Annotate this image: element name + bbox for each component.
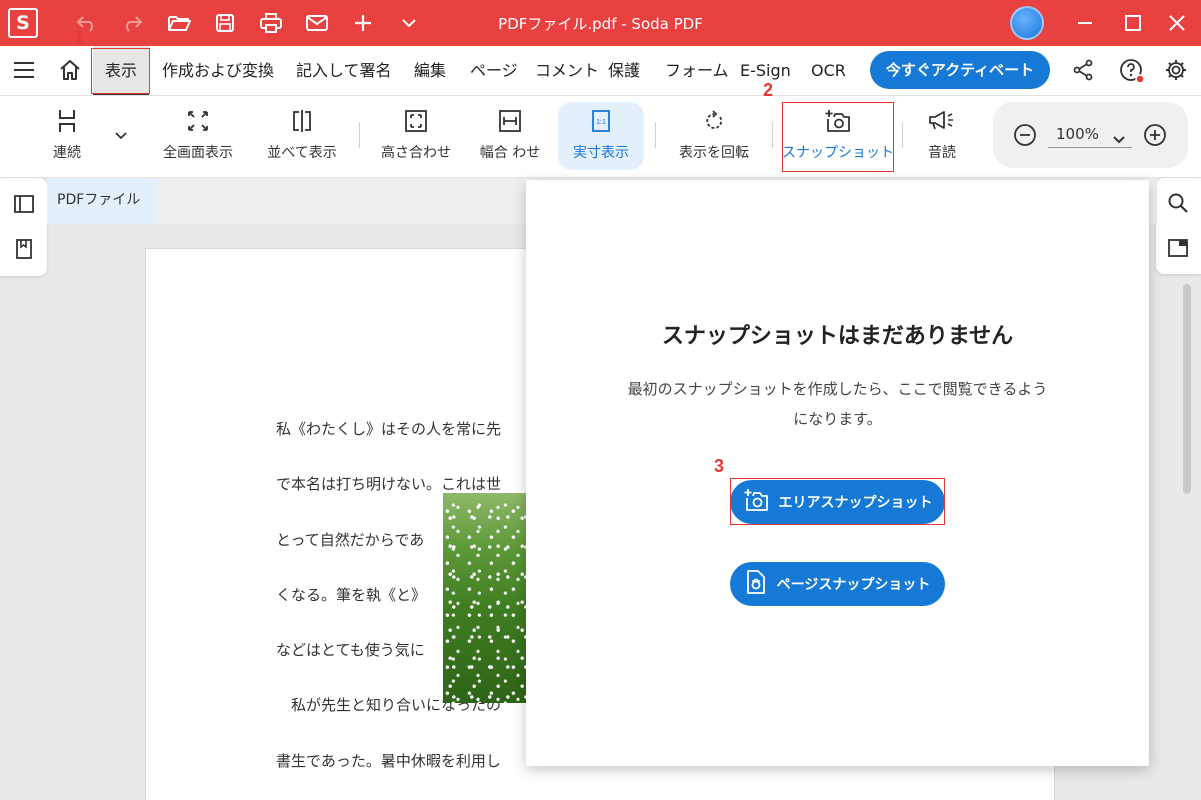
hamburger-menu-icon[interactable]	[13, 60, 35, 84]
area-snapshot-button[interactable]: エリアスナップショット	[730, 480, 945, 524]
tab-forms[interactable]: フォーム	[665, 46, 729, 95]
annotation-step-2: 2	[763, 80, 774, 100]
activate-now-button[interactable]: 今すぐアクティベート	[870, 51, 1050, 89]
page-text-line: 私《わたくし》はその人を常に先	[276, 420, 502, 438]
zoom-out-icon[interactable]	[1013, 123, 1037, 151]
snapshot-empty-description: 最初のスナップショットを作成したら、ここで閲覧できるようになります。	[627, 380, 1048, 428]
snapshot-empty-title: スナップショットはまだありません	[661, 324, 1014, 349]
svg-text:1:1: 1:1	[596, 119, 606, 126]
tab-create-convert[interactable]: 作成および変換	[162, 46, 274, 95]
plus-icon[interactable]	[350, 10, 376, 36]
fit-height-label: 高さ合わせ	[381, 145, 451, 161]
actual-size-icon: 1:1	[590, 104, 612, 138]
document-tab[interactable]: PDFファイル	[47, 178, 157, 224]
fit-width-button[interactable]: 幅合 わせ	[474, 102, 546, 170]
zoom-value: 100%	[1056, 125, 1099, 143]
actual-size-button[interactable]: 1:1 実寸表示	[558, 102, 644, 170]
title-bar: S PDFファイル.pdf - Soda PDF	[0, 0, 1201, 46]
page-snapshot-label: ページスナップショット	[776, 577, 931, 593]
snapshot-label: スナップショット	[782, 145, 894, 161]
left-sidebar-rail	[0, 178, 47, 276]
user-avatar[interactable]	[1010, 6, 1044, 40]
megaphone-icon	[927, 104, 957, 138]
page-text-line: とって自然だからであ	[276, 531, 425, 549]
read-aloud-label: 音読	[928, 145, 956, 161]
help-icon[interactable]	[1119, 58, 1145, 88]
tab-ocr[interactable]: OCR	[811, 46, 846, 95]
minimize-icon[interactable]	[1070, 8, 1100, 38]
camera-plus-icon	[743, 488, 769, 516]
page-text-line: くなる。筆を執《と》	[276, 586, 427, 604]
home-icon[interactable]	[59, 59, 81, 85]
tab-view[interactable]: 表示	[93, 46, 150, 95]
app-logo[interactable]: S	[8, 8, 38, 38]
fullscreen-icon	[186, 104, 210, 138]
redo-icon[interactable]	[119, 10, 145, 36]
search-icon[interactable]	[1165, 190, 1191, 216]
fit-height-button[interactable]: 高さ合わせ	[378, 102, 454, 170]
fit-width-icon	[498, 104, 522, 138]
snapshot-panel: スナップショットはまだありません 最初のスナップショットを作成したら、ここで閲覧…	[526, 180, 1149, 766]
side-by-side-label: 並べて表示	[267, 145, 337, 161]
open-folder-icon[interactable]	[166, 10, 192, 36]
page-text-line: などはとても使う気に	[276, 641, 425, 659]
annotation-step-1: 1	[74, 27, 85, 47]
zoom-in-icon[interactable]	[1143, 123, 1167, 151]
tab-fill-sign[interactable]: 記入して署名	[296, 46, 392, 95]
page-snapshot-button[interactable]: ページスナップショット	[730, 562, 945, 606]
right-panel-icon[interactable]	[1165, 235, 1191, 261]
rotate-icon	[702, 104, 726, 138]
page-text-line: 書生であった。暑中休暇を利用し	[276, 752, 501, 770]
settings-gear-icon[interactable]	[1165, 59, 1187, 85]
annotation-step-3: 3	[714, 456, 725, 476]
tab-protect[interactable]: 保護	[608, 46, 640, 95]
chevron-down-icon[interactable]	[396, 10, 422, 36]
side-by-side-button[interactable]: 並べて表示	[264, 102, 340, 170]
share-icon[interactable]	[1072, 59, 1094, 85]
maximize-icon[interactable]	[1118, 8, 1148, 38]
fullscreen-button[interactable]: 全画面表示	[158, 102, 238, 170]
snapshot-button[interactable]: スナップショット	[782, 102, 894, 170]
fit-height-icon	[404, 104, 428, 138]
menu-bar: 表示 作成および変換 記入して署名 編集 ページ コメント 保護 フォーム E-…	[0, 46, 1201, 96]
actual-size-label: 実寸表示	[573, 145, 629, 161]
toolbar-divider	[359, 122, 360, 148]
zoom-control: 100%	[993, 102, 1188, 168]
side-by-side-icon	[290, 104, 314, 138]
save-icon[interactable]	[212, 10, 238, 36]
continuous-label: 連続	[53, 145, 81, 161]
right-sidebar-rail	[1156, 178, 1201, 274]
page-text-line: で本名は打ち明けない。これは世	[276, 475, 502, 493]
rotate-view-button[interactable]: 表示を回転	[675, 102, 753, 170]
toolbar-divider	[902, 122, 903, 148]
tab-comment[interactable]: コメント	[535, 46, 599, 95]
fullscreen-label: 全画面表示	[163, 145, 233, 161]
mail-icon[interactable]	[304, 10, 330, 36]
print-icon[interactable]	[258, 10, 284, 36]
rotate-view-label: 表示を回転	[679, 145, 749, 161]
view-toolbar: 連続 全画面表示 並べて表示 高さ合わせ 幅合 わせ 1:1 実寸表示 表示を回…	[0, 96, 1201, 178]
continuous-button[interactable]: 連続	[40, 102, 94, 170]
zoom-select[interactable]: 100%	[1048, 124, 1132, 148]
page-camera-icon	[745, 569, 767, 599]
area-snapshot-label: エリアスナップショット	[778, 495, 933, 511]
read-aloud-button[interactable]: 音読	[918, 102, 966, 170]
continuous-dropdown-chevron-icon[interactable]	[114, 126, 128, 145]
fit-width-label: 幅合 わせ	[479, 145, 541, 161]
bookmark-icon[interactable]	[11, 236, 37, 262]
close-icon[interactable]	[1162, 8, 1192, 38]
continuous-icon	[56, 104, 78, 138]
tab-pages[interactable]: ページ	[470, 46, 518, 95]
vertical-scrollbar[interactable]	[1183, 284, 1191, 494]
tab-edit[interactable]: 編集	[414, 46, 446, 95]
panel-toggle-icon[interactable]	[11, 191, 37, 217]
camera-plus-icon	[824, 104, 852, 138]
page-photo-grass-flowers	[443, 493, 535, 703]
toolbar-divider	[772, 122, 773, 148]
toolbar-divider	[655, 122, 656, 148]
zoom-chevron-down-icon	[1112, 130, 1126, 149]
